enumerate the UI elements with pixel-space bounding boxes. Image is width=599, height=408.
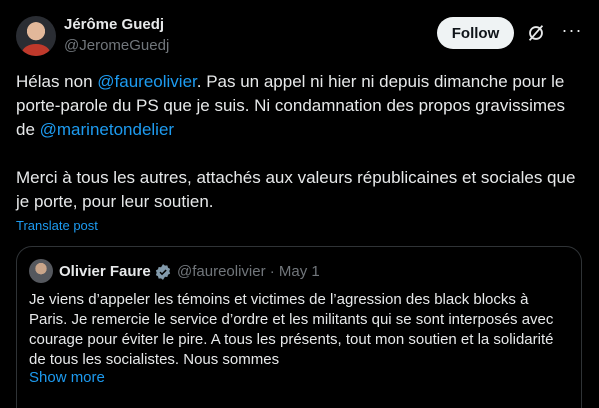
quoted-author-name: Olivier Faure [59,263,151,280]
show-more-link[interactable]: Show more [29,369,105,386]
avatar[interactable] [16,16,56,56]
post-paragraph: Merci à tous les autres, attachés aux va… [16,168,576,211]
mention-link[interactable]: @marinetondelier [40,120,174,139]
author-name[interactable]: Jérôme Guedj [64,16,164,33]
quoted-meta: @faureolivier · May 1 [177,263,320,280]
verified-icon [155,264,171,280]
mention-link[interactable]: @faureolivier [97,72,196,91]
post-text: Hélas non @faureolivier. Pas un appel ni… [16,70,586,214]
quoted-avatar [29,259,53,283]
more-icon[interactable]: ··· [561,21,583,43]
quoted-post[interactable]: Olivier Faure @faureolivier · May 1 Je v… [16,246,582,408]
follow-button[interactable]: Follow [437,17,514,49]
author-handle[interactable]: @JeromeGuedj [64,37,169,54]
quoted-text: Je viens d’appeler les témoins et victim… [29,291,554,368]
post-header: Jérôme Guedj @JeromeGuedj Follow ··· [16,14,583,58]
translate-link[interactable]: Translate post [16,218,98,233]
grok-icon[interactable] [525,22,547,44]
